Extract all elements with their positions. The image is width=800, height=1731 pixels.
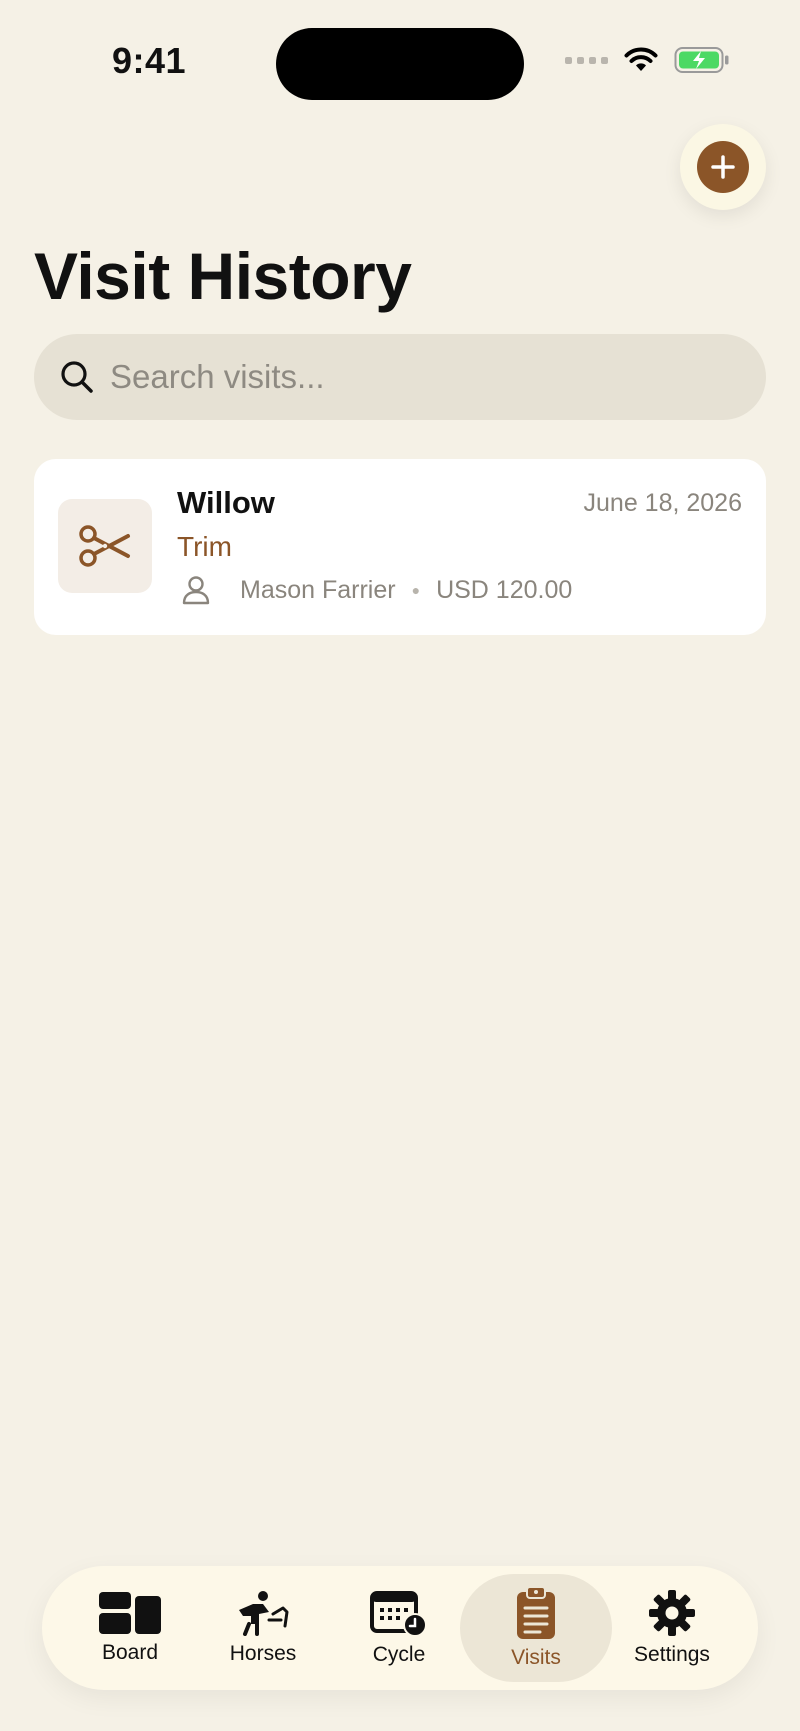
tab-label: Settings [634,1643,710,1666]
tab-settings[interactable]: Settings [607,1574,737,1682]
person-icon [182,576,210,605]
wifi-icon [624,47,658,71]
visit-card[interactable]: Willow June 18, 2026 Trim Mason Farrier … [34,459,766,635]
status-time: 9:41 [112,40,187,81]
tab-label: Board [101,1641,159,1664]
cellular-signal-icon [565,56,608,64]
scissors-icon [79,525,130,567]
visit-horse-name: Willow [177,485,275,520]
add-visit-button[interactable] [680,124,766,210]
calendar-clock-icon [370,1591,427,1637]
tab-label: Cycle [372,1643,426,1666]
plus-icon [697,141,749,193]
clipboard-icon [517,1586,555,1639]
search-icon [61,361,93,393]
visit-cost: USD 120.00 [436,575,573,604]
tab-board[interactable]: Board [65,1574,195,1682]
tab-horses[interactable]: Horses [198,1574,328,1682]
dynamic-island [276,28,524,100]
tab-cycle[interactable]: Cycle [334,1574,464,1682]
page-title: Visit History [34,239,412,313]
meta-separator: ● [411,582,421,598]
search-input[interactable] [110,358,710,396]
visit-date: June 18, 2026 [583,489,742,517]
search-bar[interactable] [34,334,766,420]
tab-bar: Board Horses Cycle Visits Settings [42,1566,758,1690]
gear-icon [649,1590,695,1636]
status-indicators [565,46,730,74]
visit-history-screen: 9:41 Visit History Search visits... Will… [0,0,800,1731]
board-icon [99,1592,161,1634]
visit-farrier: Mason Farrier [240,575,396,604]
tab-visits[interactable]: Visits [460,1574,612,1682]
visit-type-icon-box [58,499,152,593]
battery-charging-icon [674,47,729,73]
tab-label: Horses [229,1642,297,1665]
visit-meta: Mason Farrier ● USD 120.00 [182,575,572,605]
visit-type: Trim [177,531,232,562]
tab-label: Visits [511,1646,561,1669]
horse-icon [239,1591,289,1636]
